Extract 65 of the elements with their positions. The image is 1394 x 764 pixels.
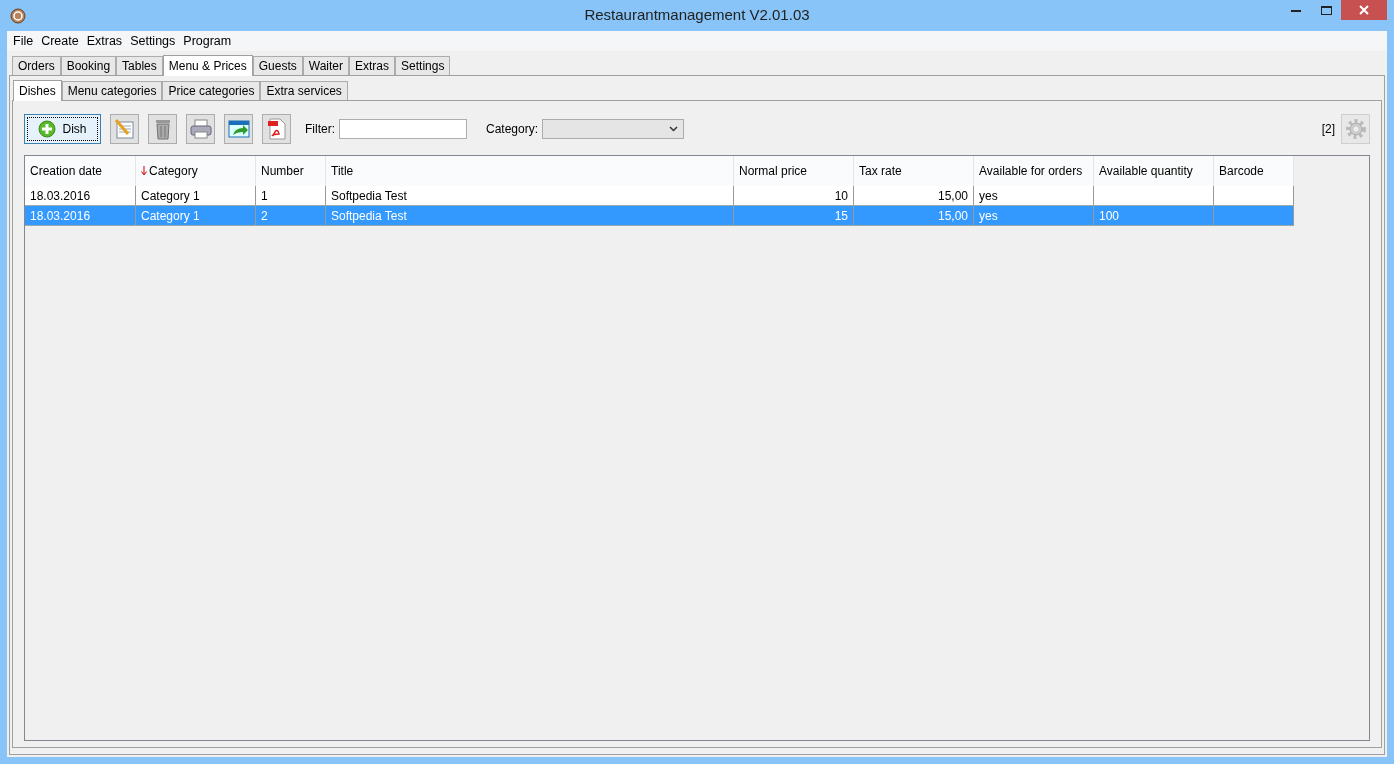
column-header[interactable]: Normal price [734,156,854,186]
export-button[interactable] [224,114,253,144]
settings-icon [1343,117,1368,141]
table-cell-text: Softpedia Test [331,187,407,205]
print-button[interactable] [186,114,215,144]
tab[interactable]: Waiter [302,56,350,75]
table-cell-text: 100 [1099,207,1120,225]
table-row[interactable]: 18.03.2016 Category 1 1 Softpedia Test 10 15,00 yes [25,186,1294,206]
table-cell-text: yes [979,207,998,225]
menu-item[interactable]: File [9,31,38,51]
pdf-document-icon [266,118,287,140]
close-icon [1359,5,1369,15]
subtab[interactable]: Dishes [13,80,62,101]
app-icon [10,8,26,24]
tab[interactable]: Orders [12,56,61,75]
tab[interactable]: Booking [60,56,117,75]
table-cell-text: yes [979,187,998,205]
table-cell-text: 15,00 [937,207,968,225]
column-header[interactable]: Tax rate [854,156,974,186]
column-header[interactable]: Available quantity [1094,156,1214,186]
minimize-icon [1291,8,1301,12]
column-header[interactable]: Category [136,156,256,186]
menu-item[interactable]: Create [37,31,83,51]
table-cell-text: 18.03.2016 [30,187,91,205]
filter-label: Filter: [305,121,335,138]
tab[interactable]: Settings [395,56,451,75]
notepad-pencil-icon [113,118,136,140]
tab[interactable]: Tables [116,56,163,75]
menu-item[interactable]: Settings [126,31,180,51]
tab[interactable]: Extras [349,56,396,75]
plus-icon [38,120,57,138]
close-button[interactable] [1341,0,1387,20]
table-cell-text: 15 [834,207,848,225]
pdf-button[interactable] [262,114,291,144]
edit-button[interactable] [110,114,139,144]
menu-item[interactable]: Program [179,31,236,51]
table-cell-text: Category 1 [141,187,200,205]
chevron-down-icon [669,126,679,132]
column-header[interactable]: Creation date [25,156,136,186]
table-cell-text: 2 [261,207,268,225]
subtab[interactable]: Menu categories [61,81,163,100]
table-cell-text: Category 1 [141,207,200,225]
delete-button[interactable] [148,114,177,144]
table-cell-text: 15,00 [937,187,968,205]
table-cell-text: 1 [261,187,268,205]
subtab[interactable]: Extra services [260,81,348,100]
column-header[interactable]: Barcode [1214,156,1294,186]
table-cell-text: Softpedia Test [331,207,407,225]
tab[interactable]: Guests [252,56,303,75]
menu-item[interactable]: Extras [82,31,127,51]
subtab[interactable]: Price categories [162,81,261,100]
record-count: [2] [1321,121,1335,138]
maximize-icon [1320,5,1332,15]
table-cell-text: 18.03.2016 [30,207,91,225]
printer-icon [189,119,212,139]
window-title: Restaurantmanagement V2.01.03 [584,5,810,26]
add-dish-button[interactable]: Dish [24,114,101,144]
category-dropdown[interactable] [542,119,685,139]
table-cell-text: 10 [834,187,848,205]
column-header[interactable]: Available for orders [974,156,1094,186]
filter-field[interactable] [339,119,467,139]
column-header[interactable]: Title [326,156,734,186]
column-header[interactable]: Number [256,156,326,186]
tab[interactable]: Menu & Prices [162,55,253,76]
category-label: Category: [486,121,539,138]
